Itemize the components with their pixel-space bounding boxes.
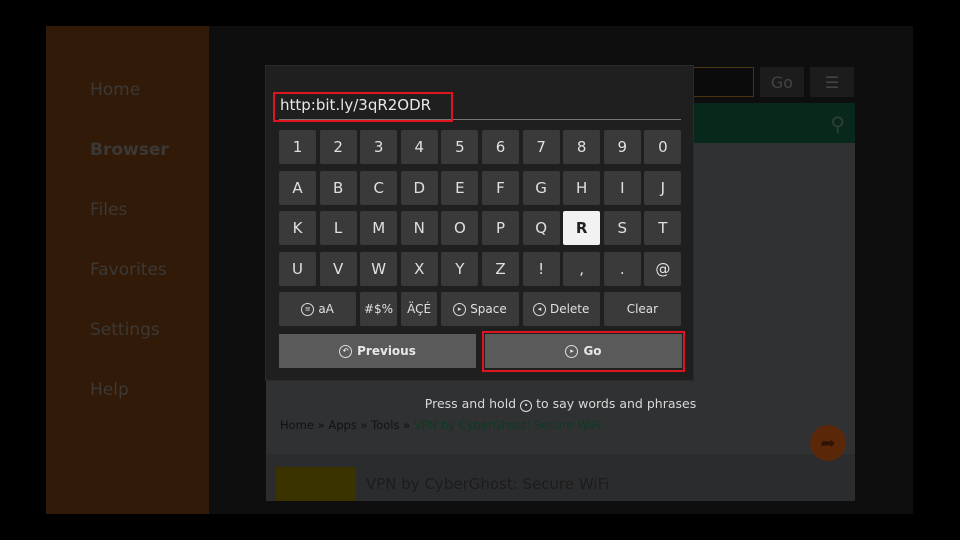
onscreen-keyboard: http:bit.ly/3qR2ODR 1234567890ABCDEFGHIJ… [265,65,694,381]
crumb-tools[interactable]: Tools [371,418,399,432]
key-3[interactable]: 3 [360,130,398,164]
browser-go-button[interactable]: Go [760,67,804,97]
sidebar-item-settings[interactable]: Settings [90,320,160,340]
key-1[interactable]: 1 [279,130,316,164]
key-4[interactable]: 4 [400,130,438,164]
key-W[interactable]: W [360,251,398,286]
key-S[interactable]: S [603,211,641,246]
key-9[interactable]: 9 [603,130,641,164]
key-R[interactable]: R [563,211,601,246]
crumb-current: VPN by CyberGhost: Secure WiFi [413,418,601,432]
key-X[interactable]: X [400,251,438,286]
listing-title[interactable]: VPN by CyberGhost: Secure WiFi [366,475,609,493]
menu-circle-icon: ≡ [301,302,315,316]
key-J[interactable]: J [644,170,682,205]
crumb-home[interactable]: Home [280,418,314,432]
key-äçé[interactable]: ÄÇÉ [400,292,438,327]
key-U[interactable]: U [279,251,316,286]
crumb-apps[interactable]: Apps [328,418,356,432]
key-@[interactable]: @ [644,251,682,286]
sidebar-item-home[interactable]: Home [90,80,140,100]
key-5[interactable]: 5 [441,130,479,164]
url-highlight [273,92,453,122]
key-8[interactable]: 8 [563,130,601,164]
share-icon: ➦ [820,432,836,454]
key-![interactable]: ! [522,251,560,286]
previous-icon: ↶ [339,344,353,358]
key-C[interactable]: C [360,170,398,205]
key-E[interactable]: E [441,170,479,205]
key-F[interactable]: F [482,170,519,205]
go-highlight [482,331,685,372]
key-7[interactable]: 7 [522,130,560,164]
sidebar-item-help[interactable]: Help [90,380,129,400]
key-K[interactable]: K [279,211,316,246]
key-0[interactable]: 0 [644,130,682,164]
app-listing[interactable]: VPN by CyberGhost: Secure WiFi [266,454,855,501]
key-Y[interactable]: Y [441,251,479,286]
key-H[interactable]: H [563,170,601,205]
search-icon[interactable]: ⚲ [830,112,845,136]
key-,[interactable]: , [563,251,601,286]
sidebar: Home Browser Files Favorites Settings He… [46,26,209,514]
key-Q[interactable]: Q [522,211,560,246]
key-aa[interactable]: ≡ aA [279,292,357,327]
key-Z[interactable]: Z [482,251,519,286]
key-D[interactable]: D [400,170,438,205]
previous-button[interactable]: ↶ Previous [279,334,476,368]
sidebar-item-favorites[interactable]: Favorites [90,260,167,280]
sidebar-item-browser[interactable]: Browser [90,140,169,160]
key-P[interactable]: P [482,211,519,246]
sidebar-item-files[interactable]: Files [90,200,127,220]
key-space[interactable]: ▸ Space [441,292,519,327]
key-N[interactable]: N [400,211,438,246]
key-I[interactable]: I [603,170,641,205]
key-L[interactable]: L [319,211,357,246]
key-B[interactable]: B [319,170,357,205]
key-G[interactable]: G [522,170,560,205]
share-button[interactable]: ➦ [810,425,846,461]
key-#$%[interactable]: #$% [360,292,397,327]
key-delete[interactable]: ◂ Delete [522,292,600,327]
rewind-icon: ◂ [532,302,546,316]
key-A[interactable]: A [279,170,316,205]
app-thumbnail [276,467,356,501]
key-clear[interactable]: Clear [603,292,681,327]
key-V[interactable]: V [319,251,357,286]
hamburger-icon: ☰ [824,72,840,92]
key-O[interactable]: O [441,211,479,246]
key-2[interactable]: 2 [319,130,357,164]
key-M[interactable]: M [360,211,398,246]
key-T[interactable]: T [644,211,682,246]
breadcrumb: Home » Apps » Tools » VPN by CyberGhost:… [280,418,601,432]
key-6[interactable]: 6 [482,130,519,164]
browser-menu-button[interactable]: ☰ [810,67,854,97]
voice-hint: Press and hold • to say words and phrase… [424,396,697,412]
microphone-icon: • [520,400,533,412]
play-pause-icon: ▸ [453,302,467,316]
key-.[interactable]: . [603,251,641,286]
